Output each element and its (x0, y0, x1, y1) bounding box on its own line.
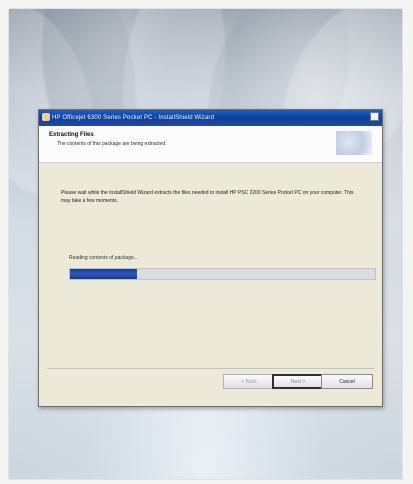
progress-status-text: Reading contents of package... (69, 255, 138, 261)
wizard-header: Extracting Files The contents of this pa… (39, 126, 382, 163)
window-titlebar[interactable]: HP Officejet 6300 Series Pocket PC - Ins… (39, 110, 382, 126)
installshield-wizard-window: HP Officejet 6300 Series Pocket PC - Ins… (38, 109, 383, 407)
application-icon (42, 113, 50, 121)
back-button[interactable]: < Back (223, 374, 275, 389)
wizard-step-title: Extracting Files (49, 132, 94, 138)
wizard-step-subtitle: The contents of this package are being e… (57, 141, 167, 147)
extraction-message: Please wait while the InstallShield Wiza… (61, 190, 354, 204)
desktop-background: HP Officejet 6300 Series Pocket PC - Ins… (9, 9, 402, 479)
progress-fill (70, 269, 138, 279)
window-title: HP Officejet 6300 Series Pocket PC - Ins… (52, 115, 215, 121)
extraction-progress-bar (69, 268, 376, 280)
cancel-button[interactable]: Cancel (321, 374, 373, 389)
next-button[interactable]: Next > (272, 374, 324, 389)
close-window-button[interactable] (370, 112, 379, 121)
wizard-header-graphic (336, 131, 372, 155)
button-separator (47, 368, 374, 369)
